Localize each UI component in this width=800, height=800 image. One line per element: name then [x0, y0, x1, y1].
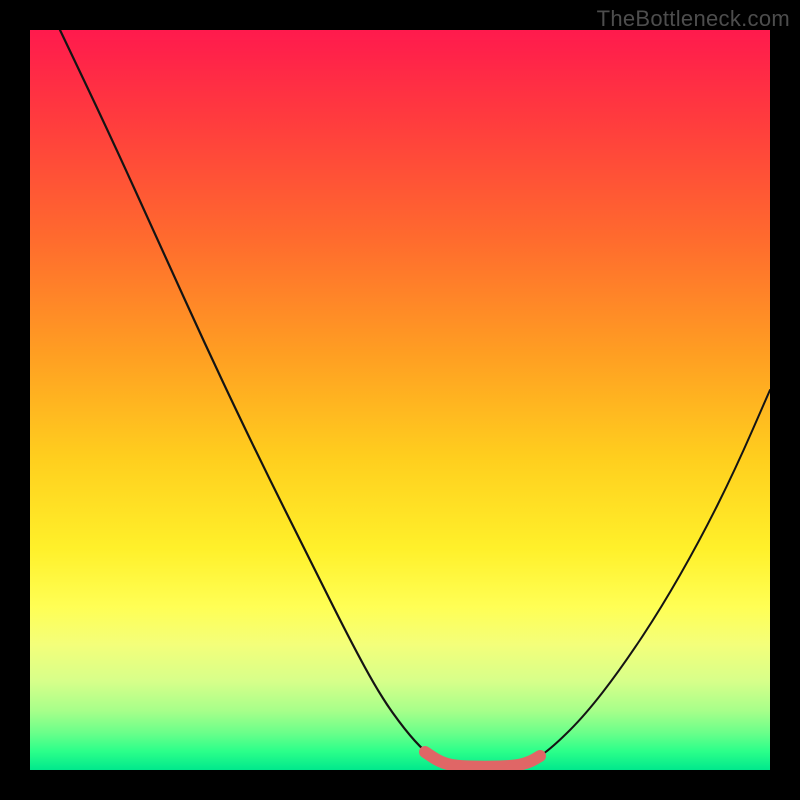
curve-right-path: [520, 390, 770, 767]
watermark-text: TheBottleneck.com: [597, 6, 790, 32]
flat-bottom-path: [425, 752, 540, 767]
curve-left-path: [60, 30, 450, 767]
chart-frame: [30, 30, 770, 770]
chart-svg: [30, 30, 770, 770]
